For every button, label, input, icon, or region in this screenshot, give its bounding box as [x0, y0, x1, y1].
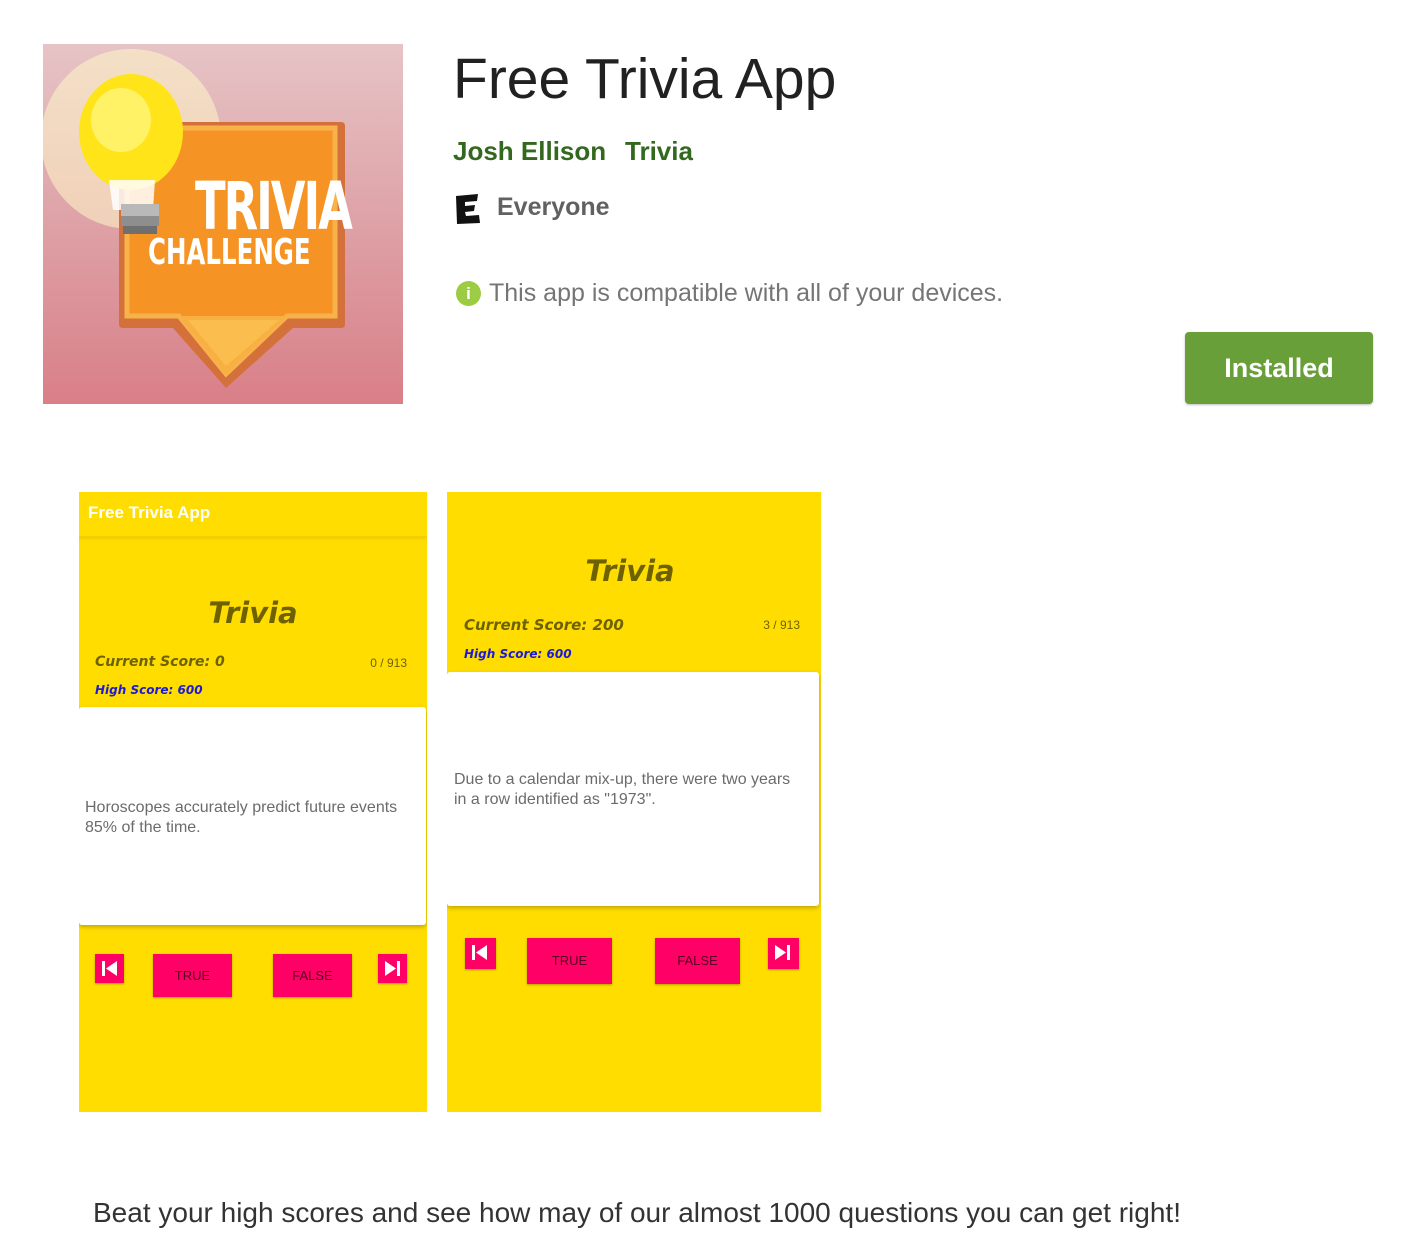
current-score: Current Score: 0	[95, 654, 225, 670]
icon-title-challenge: CHALLENGE	[148, 232, 311, 273]
true-button[interactable]: TRUE	[153, 954, 232, 997]
app-description: Beat your high scores and see how may of…	[93, 1197, 1181, 1228]
skip-previous-icon	[472, 945, 487, 960]
app-title: Free Trivia App	[453, 47, 837, 111]
question-count: 3 / 913	[763, 618, 800, 632]
esrb-everyone-icon	[456, 194, 480, 224]
skip-next-icon	[775, 945, 790, 960]
question-text: Due to a calendar mix-up, there were two…	[454, 771, 791, 808]
question-card: Horoscopes accurately predict future eve…	[79, 707, 426, 925]
screenshot-2[interactable]: Trivia Current Score: 200 3 / 913 High S…	[447, 492, 821, 1112]
screenshot-1[interactable]: Free Trivia App Trivia Current Score: 0 …	[79, 492, 427, 1112]
previous-button[interactable]	[95, 954, 124, 983]
next-button[interactable]	[378, 954, 407, 983]
skip-next-icon	[385, 961, 400, 976]
false-button[interactable]: FALSE	[273, 954, 352, 997]
skip-previous-icon	[102, 961, 117, 976]
previous-button[interactable]	[465, 938, 496, 969]
game-title: Trivia	[585, 554, 675, 588]
content-rating: Everyone	[497, 193, 610, 221]
developer-link[interactable]: Josh Ellison	[453, 136, 606, 167]
high-score: High Score: 600	[464, 647, 572, 661]
question-text: Horoscopes accurately predict future eve…	[85, 799, 398, 836]
app-icon: TRIVIA CHALLENGE	[43, 44, 403, 404]
current-score: Current Score: 200	[464, 616, 624, 634]
screenshot-toolbar-title: Free Trivia App	[88, 503, 211, 522]
screenshot-toolbar: Free Trivia App	[79, 492, 427, 538]
compatibility-text: This app is compatible with all of your …	[489, 279, 1004, 307]
category-link[interactable]: Trivia	[625, 136, 693, 167]
high-score: High Score: 600	[95, 683, 203, 697]
installed-button[interactable]: Installed	[1185, 332, 1373, 404]
next-button[interactable]	[768, 938, 799, 969]
question-count: 0 / 913	[370, 656, 407, 670]
false-button[interactable]: FALSE	[655, 938, 740, 984]
info-icon: i	[456, 281, 481, 306]
question-card: Due to a calendar mix-up, there were two…	[447, 672, 819, 906]
true-button[interactable]: TRUE	[527, 938, 612, 984]
game-title: Trivia	[208, 596, 298, 630]
